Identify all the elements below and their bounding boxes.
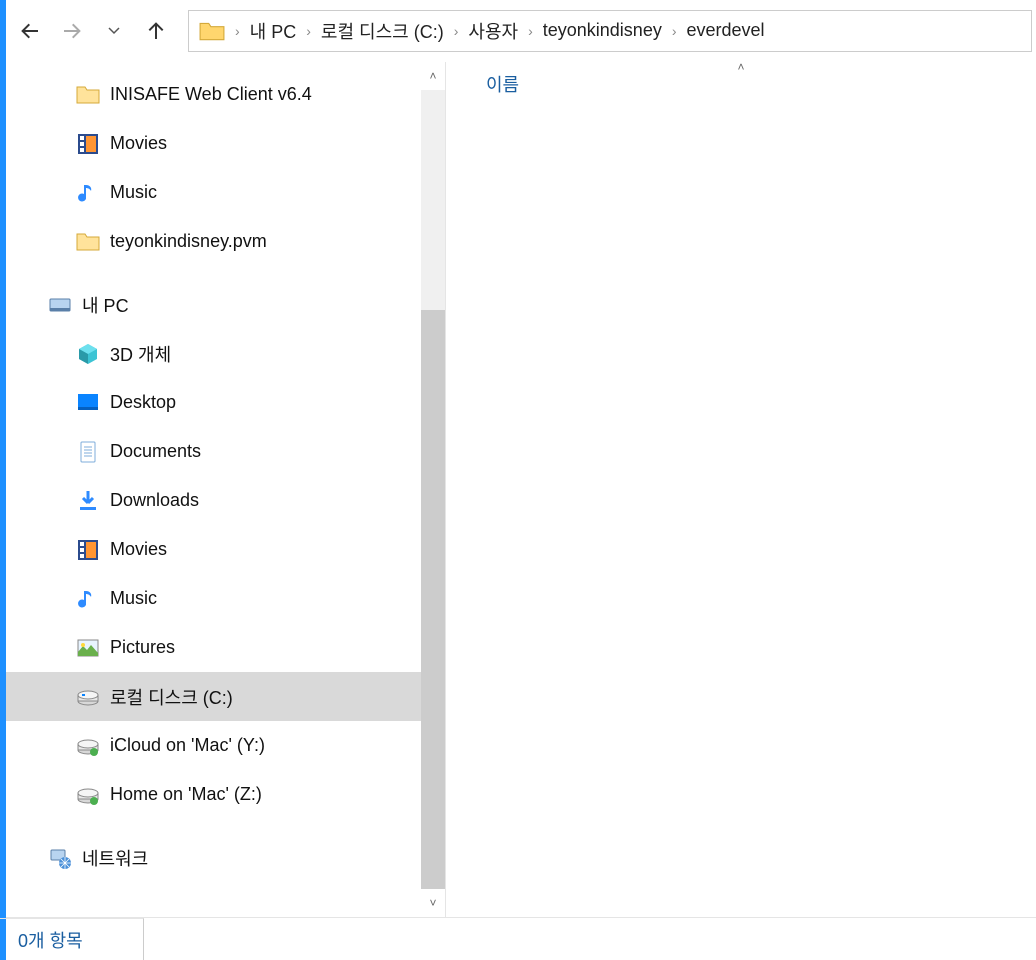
disk-icon [74, 683, 102, 711]
tree-item-label: Desktop [110, 392, 176, 413]
tree-item-14[interactable]: Home on 'Mac' (Z:) [6, 770, 421, 819]
breadcrumb-item-2[interactable]: 사용자 [460, 11, 526, 51]
tree-item-3[interactable]: teyonkindisney.pvm [6, 217, 421, 266]
tree-item-2[interactable]: Music [6, 168, 421, 217]
scrollbar-track[interactable] [421, 90, 445, 889]
tree-item-11[interactable]: Pictures [6, 623, 421, 672]
tree-item-label: Movies [110, 133, 167, 154]
music-icon [74, 179, 102, 207]
document-icon [74, 438, 102, 466]
tree-item-6[interactable]: Desktop [6, 378, 421, 427]
item-count-label: 0개 항목 [18, 927, 83, 953]
status-bar-container: 0개 항목 [6, 917, 1036, 960]
address-bar: › 내 PC › 로컬 디스크 (C:) › 사용자 › teyonkindis… [6, 0, 1036, 62]
tree-item-label: Music [110, 588, 157, 609]
tree-item-1[interactable]: Movies [6, 119, 421, 168]
tree-item-8[interactable]: Downloads [6, 476, 421, 525]
tree-item-label: iCloud on 'Mac' (Y:) [110, 735, 265, 756]
breadcrumb[interactable]: › 내 PC › 로컬 디스크 (C:) › 사용자 › teyonkindis… [188, 10, 1032, 52]
tree-item-label: Home on 'Mac' (Z:) [110, 784, 262, 805]
tree-item-label: Downloads [110, 490, 199, 511]
tree-item-15[interactable]: 네트워크 [6, 833, 421, 882]
tree-item-label: Music [110, 182, 157, 203]
tree-item-label: INISAFE Web Client v6.4 [110, 84, 312, 105]
sort-indicator-icon: ˄ [737, 62, 744, 74]
tree-item-7[interactable]: Documents [6, 427, 421, 476]
tree-item-label: 내 PC [82, 292, 129, 318]
folder-icon [74, 228, 102, 256]
folder-icon [199, 20, 225, 42]
recent-dropdown-button[interactable] [94, 11, 134, 51]
breadcrumb-item-0[interactable]: 내 PC [242, 11, 305, 51]
column-header-name[interactable]: ˄ 이름 [446, 62, 1036, 106]
tree-item-label: teyonkindisney.pvm [110, 231, 267, 252]
status-bar: 0개 항목 [0, 918, 144, 960]
cube3d-icon [74, 340, 102, 368]
scrollbar-thumb[interactable] [421, 310, 445, 889]
tree-item-label: 네트워크 [82, 845, 148, 871]
network-icon [46, 844, 74, 872]
folder-icon [74, 81, 102, 109]
column-name-label: 이름 [486, 71, 519, 97]
tree-item-0[interactable]: INISAFE Web Client v6.4 [6, 70, 421, 119]
netdisk-icon [74, 781, 102, 809]
breadcrumb-item-4[interactable]: everdevel [679, 11, 773, 51]
film-icon [74, 536, 102, 564]
breadcrumb-item-3[interactable]: teyonkindisney [535, 11, 670, 51]
download-icon [74, 487, 102, 515]
chevron-down-icon [107, 24, 121, 38]
pictures-icon [74, 634, 102, 662]
tree-item-label: 3D 개체 [110, 341, 171, 367]
arrow-up-icon [144, 19, 168, 43]
tree-item-13[interactable]: iCloud on 'Mac' (Y:) [6, 721, 421, 770]
tree-item-label: 로컬 디스크 (C:) [110, 684, 233, 710]
film-icon [74, 130, 102, 158]
navigation-tree[interactable]: INISAFE Web Client v6.4 Movies Music teyonk… [6, 62, 421, 917]
tree-item-12[interactable]: 로컬 디스크 (C:) [6, 672, 421, 721]
tree-item-label: Documents [110, 441, 201, 462]
scroll-up-arrow-icon[interactable]: ˄ [421, 62, 445, 90]
sidebar-container: INISAFE Web Client v6.4 Movies Music teyonk… [6, 62, 446, 917]
forward-button[interactable] [52, 11, 92, 51]
tree-item-4[interactable]: 내 PC [6, 280, 421, 329]
breadcrumb-root-icon[interactable] [191, 11, 233, 51]
back-button[interactable] [10, 11, 50, 51]
desktop-icon [74, 389, 102, 417]
pc-icon [46, 291, 74, 319]
arrow-left-icon [18, 19, 42, 43]
content-pane[interactable]: ˄ 이름 [446, 62, 1036, 917]
chevron-right-icon: › [452, 23, 461, 39]
arrow-right-icon [60, 19, 84, 43]
chevron-right-icon: › [526, 23, 535, 39]
tree-item-9[interactable]: Movies [6, 525, 421, 574]
tree-item-label: Movies [110, 539, 167, 560]
chevron-right-icon: › [670, 23, 679, 39]
music-icon [74, 585, 102, 613]
tree-item-10[interactable]: Music [6, 574, 421, 623]
chevron-right-icon: › [304, 23, 313, 39]
tree-item-label: Pictures [110, 637, 175, 658]
chevron-right-icon: › [233, 23, 242, 39]
sidebar-scrollbar[interactable]: ˄ ˅ [421, 62, 445, 917]
netdisk-icon [74, 732, 102, 760]
breadcrumb-item-1[interactable]: 로컬 디스크 (C:) [313, 11, 452, 51]
up-button[interactable] [136, 11, 176, 51]
main-area: INISAFE Web Client v6.4 Movies Music teyonk… [6, 62, 1036, 917]
scroll-down-arrow-icon[interactable]: ˅ [421, 889, 445, 917]
tree-item-5[interactable]: 3D 개체 [6, 329, 421, 378]
